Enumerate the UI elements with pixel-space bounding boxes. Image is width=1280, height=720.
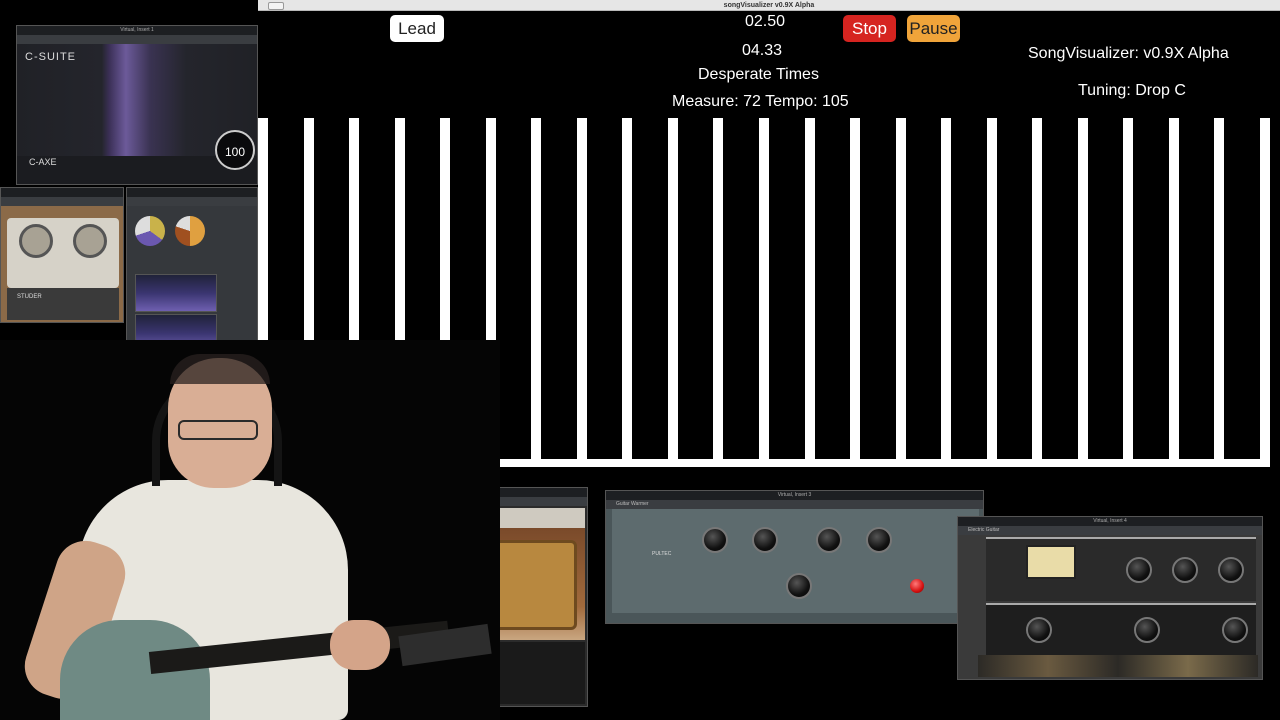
plugin-window-title: Virtual, Insert 1 — [17, 26, 257, 35]
visualizer-bar — [1123, 118, 1134, 460]
visualizer-bar — [622, 118, 633, 460]
visualizer-bar — [576, 118, 587, 460]
amp-tubes — [978, 655, 1258, 677]
total-time: 04.33 — [742, 42, 783, 59]
resonance-graph — [135, 274, 217, 312]
tape-reel-icon — [19, 224, 53, 258]
power-lamp-icon — [910, 579, 924, 593]
pultec-plugin-window[interactable]: Virtual, Insert 3 Guitar Warmer PULTEC — [605, 490, 984, 624]
studer-label: STUDER — [17, 294, 42, 300]
elapsed-time: 02.50 — [745, 13, 786, 30]
vu-meter — [1026, 545, 1076, 579]
boost-knob[interactable] — [816, 527, 842, 553]
studer-controls[interactable]: STUDER — [7, 288, 119, 320]
pultec-brand: PULTEC — [652, 551, 672, 557]
plugin-toolbar[interactable] — [127, 197, 257, 206]
visualizer-bar — [713, 118, 724, 460]
stop-button[interactable]: Stop — [843, 15, 896, 42]
bandwidth-knob[interactable] — [786, 573, 812, 599]
plugin-window-title — [127, 188, 257, 197]
plugin-preset[interactable]: Guitar Warmer — [606, 500, 983, 509]
amp-knob[interactable] — [1172, 557, 1198, 583]
visualizer-bar — [986, 118, 997, 460]
webcam-feed — [0, 340, 500, 720]
visualizer-bar — [804, 118, 815, 460]
amp-knob[interactable] — [1126, 557, 1152, 583]
measure-tempo: Measure: 72 Tempo: 105 — [672, 93, 849, 110]
plugin-preset[interactable]: Electric Guitar — [958, 526, 1262, 535]
csuite-section-label: C-AXE — [29, 157, 57, 167]
amp-knob[interactable] — [1218, 557, 1244, 583]
boost-knob[interactable] — [702, 527, 728, 553]
plugin-window-title: Virtual, Insert 4 — [958, 517, 1262, 526]
atten-knob[interactable] — [866, 527, 892, 553]
plugin-toolbar[interactable] — [17, 35, 257, 44]
visualizer-bar — [1260, 118, 1270, 460]
plugin-window-title: Virtual, Insert 3 — [606, 491, 983, 500]
amp-knob[interactable] — [1026, 617, 1052, 643]
tape-reel-icon — [73, 224, 107, 258]
visualizer-bar — [1077, 118, 1088, 460]
visualizer-bar — [1214, 118, 1225, 460]
performer-hair — [170, 354, 270, 384]
amp-knob[interactable] — [1222, 617, 1248, 643]
amp-cabinet — [489, 540, 577, 630]
visualizer-bar — [895, 118, 906, 460]
visualizer-bar — [1032, 118, 1043, 460]
visualizer-bar — [759, 118, 769, 460]
visualizer-bar — [531, 118, 542, 460]
atten-knob[interactable] — [752, 527, 778, 553]
tuning-label: Tuning: Drop C — [1078, 82, 1186, 99]
after-value: 100 — [224, 145, 246, 159]
tape-deck — [7, 218, 119, 288]
glasses-icon — [178, 420, 258, 440]
amp-knob[interactable] — [1134, 617, 1160, 643]
visualizer-bar — [667, 118, 678, 460]
visualizer-bar — [941, 118, 952, 460]
visualizer-bar — [1168, 118, 1179, 460]
app-version: SongVisualizer: v0.9X Alpha — [1028, 45, 1229, 62]
tone-ring-icon[interactable] — [175, 216, 205, 246]
after-dial[interactable]: 100 — [215, 130, 255, 170]
window-title: songVisualizer v0.9X Alpha — [723, 2, 815, 9]
csuite-plugin-window[interactable]: Virtual, Insert 1 C-SUITE C-AXE 100 — [16, 25, 258, 185]
window-title-bar: songVisualizer v0.9X Alpha — [258, 0, 1280, 11]
plugin-toolbar[interactable] — [1, 197, 123, 206]
guitar-amp-top-panel — [986, 537, 1256, 601]
guitar-amp-bottom-panel — [986, 603, 1256, 655]
csuite-logo: C-SUITE — [25, 51, 76, 63]
visualizer-bar — [850, 118, 861, 460]
performer-hand — [330, 620, 390, 670]
lead-button[interactable]: Lead — [390, 15, 444, 42]
song-title: Desperate Times — [698, 66, 819, 83]
pultec-faceplate: PULTEC — [612, 509, 979, 613]
guitar-plugin-window[interactable]: Virtual, Insert 4 Electric Guitar — [957, 516, 1263, 680]
studer-plugin-window[interactable]: STUDER — [0, 187, 124, 323]
plugin-window-title — [1, 188, 123, 197]
pause-button[interactable]: Pause — [907, 15, 960, 42]
tone-ring-icon[interactable] — [135, 216, 165, 246]
